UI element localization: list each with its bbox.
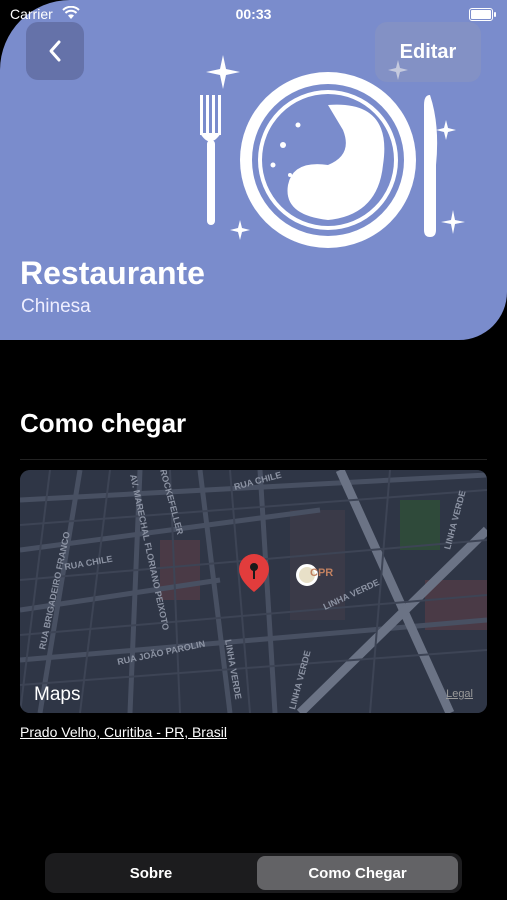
restaurant-cuisine: Chinesa bbox=[21, 296, 91, 317]
legal-link[interactable]: Legal bbox=[446, 688, 473, 700]
restaurant-name: Restaurante bbox=[20, 255, 205, 291]
back-button[interactable] bbox=[26, 22, 84, 80]
maps-logo: Maps bbox=[34, 684, 81, 705]
section-divider bbox=[20, 459, 487, 460]
clock: 00:33 bbox=[235, 6, 272, 22]
poi-label: CPR bbox=[310, 567, 334, 579]
tab-como-chegar[interactable]: Como Chegar bbox=[257, 856, 458, 890]
battery-icon bbox=[469, 8, 496, 21]
hero-header: Carrier 00:33 Editar Restaurante Chinesa bbox=[0, 0, 507, 340]
directions-title: Como chegar bbox=[20, 408, 187, 438]
map-pin-icon[interactable] bbox=[237, 552, 271, 594]
segmented-control: Sobre Como Chegar bbox=[45, 853, 462, 893]
map-view[interactable]: RUA CHILE RUA CHILE RUA JOÃO PAROLIN RUA… bbox=[20, 470, 487, 713]
chevron-left-icon bbox=[49, 40, 61, 62]
tab-sobre[interactable]: Sobre bbox=[49, 856, 253, 890]
edit-button[interactable]: Editar bbox=[375, 22, 481, 82]
address-link[interactable]: Prado Velho, Curitiba - PR, Brasil bbox=[20, 724, 227, 740]
